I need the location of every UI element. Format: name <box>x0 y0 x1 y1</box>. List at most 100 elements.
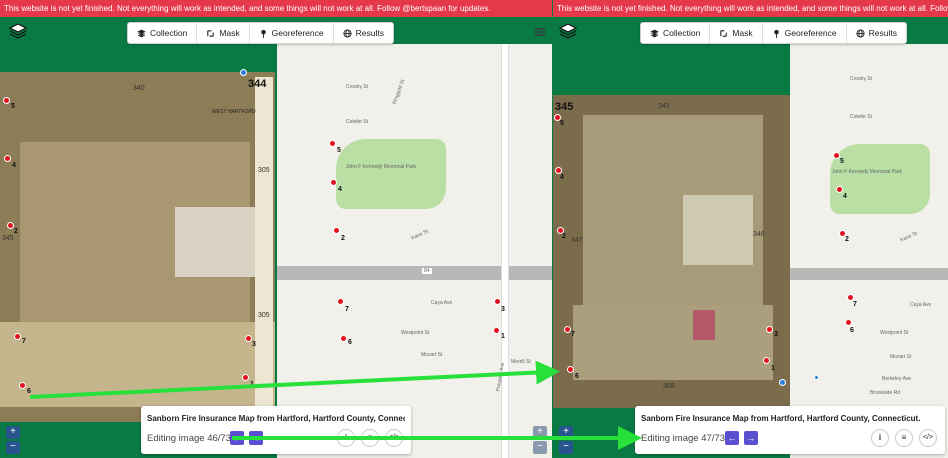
tab-label: Georeference <box>271 28 324 38</box>
control-point[interactable] <box>555 167 562 174</box>
map-control-point[interactable] <box>330 179 337 186</box>
previous-image-button[interactable]: ← <box>725 431 739 445</box>
park-label: John F Kennedy Memorial Park <box>346 164 417 170</box>
location-dot[interactable] <box>240 69 247 76</box>
street-label: Colette St <box>850 114 872 120</box>
map-control-point[interactable] <box>814 375 819 380</box>
app-logo-icon[interactable] <box>8 22 28 42</box>
control-point-label: 7 <box>22 338 26 345</box>
map-zoom-out-button[interactable]: − <box>533 441 547 454</box>
warning-banner: This website is not yet finished. Not ev… <box>0 0 552 17</box>
tab-label: Mask <box>732 28 753 38</box>
map-control-point[interactable] <box>340 335 347 342</box>
control-point[interactable] <box>19 382 26 389</box>
street-label: Berkeley Ave <box>882 376 912 382</box>
street-label: Merrill St <box>511 359 531 365</box>
code-button[interactable]: </> <box>385 429 403 447</box>
control-point-label: 2 <box>14 228 18 235</box>
historic-map-sheet[interactable]: 344 340 WEST HARTFORD 305 305 345 <box>0 72 276 422</box>
info-button[interactable]: i <box>871 429 889 447</box>
tab-collection[interactable]: Collection <box>641 23 711 43</box>
map-control-point[interactable] <box>845 319 852 326</box>
zoom-in-button[interactable]: + <box>6 426 20 439</box>
hamburger-menu-icon[interactable] <box>534 26 546 38</box>
map-control-point[interactable] <box>494 298 501 305</box>
next-image-button[interactable]: → <box>744 431 758 445</box>
park-area <box>336 139 446 209</box>
map-control-point[interactable] <box>329 140 336 147</box>
street-label: Brookside Rd <box>870 390 901 396</box>
tab-georeference[interactable]: Georeference <box>763 23 847 43</box>
list-button[interactable]: ≡ <box>361 429 379 447</box>
pin-icon <box>773 29 779 38</box>
tab-label: Results <box>868 28 897 38</box>
editing-status: Editing image 46/73 <box>147 433 231 444</box>
tab-results[interactable]: Results <box>847 23 906 43</box>
map-control-point-label: 5 <box>337 147 341 154</box>
modern-map[interactable]: John F Kennedy Memorial Park Crosby St C… <box>790 44 948 458</box>
control-point-label: 5 <box>11 103 15 110</box>
control-point-label: 1 <box>771 365 775 372</box>
tab-mask[interactable]: Mask <box>197 23 250 43</box>
highway <box>276 266 552 280</box>
control-point[interactable] <box>245 335 252 342</box>
map-control-point[interactable] <box>847 294 854 301</box>
sheet-title: WEST HARTFORD <box>212 109 256 115</box>
sheet-number: 305 <box>258 312 270 319</box>
image-title: Sanborn Fire Insurance Map from Hartford… <box>641 414 921 423</box>
tab-label: Collection <box>663 28 701 38</box>
street-label: Caya Ave <box>431 300 453 306</box>
sheet-number: 368 <box>663 383 675 390</box>
control-point[interactable] <box>763 357 770 364</box>
list-button[interactable]: ≡ <box>895 429 913 447</box>
control-point[interactable] <box>564 326 571 333</box>
next-image-button[interactable]: → <box>249 431 263 445</box>
street-label: Ringgold St <box>391 78 407 106</box>
zoom-out-button[interactable]: − <box>6 441 20 454</box>
previous-image-button[interactable]: ← <box>230 431 244 445</box>
control-point[interactable] <box>4 155 11 162</box>
mask-icon <box>207 29 215 37</box>
map-control-point[interactable] <box>836 186 843 193</box>
map-control-point[interactable] <box>333 227 340 234</box>
map-control-point-label: 6 <box>850 327 854 334</box>
app-logo-icon[interactable] <box>558 22 578 42</box>
sheet-number: 346 <box>753 231 765 238</box>
control-point[interactable] <box>14 333 21 340</box>
modern-map[interactable]: John F Kennedy Memorial Park 84 Crosby S… <box>276 44 552 458</box>
control-point[interactable] <box>7 222 14 229</box>
code-button[interactable]: </> <box>919 429 937 447</box>
control-point-label: 1 <box>250 381 254 388</box>
tab-bar: Collection Mask Georeference Results <box>640 22 907 44</box>
info-button[interactable]: i <box>337 429 355 447</box>
control-point[interactable] <box>766 326 773 333</box>
tab-georeference[interactable]: Georeference <box>250 23 334 43</box>
right-pane: 345 343 346 347 368 John F Kennedy Memor… <box>553 17 948 458</box>
warning-banner-right: This website is not yet finished. Not ev… <box>553 0 948 17</box>
zoom-in-button[interactable]: + <box>559 426 573 439</box>
map-control-point[interactable] <box>493 327 500 334</box>
street-label: Westpoint St <box>401 330 430 336</box>
sheet-number: 345 <box>2 235 14 242</box>
zoom-out-button[interactable]: − <box>559 441 573 454</box>
tab-results[interactable]: Results <box>334 23 393 43</box>
image-title: Sanborn Fire Insurance Map from Hartford… <box>147 414 405 423</box>
map-zoom-in-button[interactable]: + <box>533 426 547 439</box>
pane-divider[interactable] <box>275 17 277 458</box>
tab-collection[interactable]: Collection <box>128 23 198 43</box>
control-point[interactable] <box>242 374 249 381</box>
map-control-point-label: 5 <box>840 158 844 165</box>
control-point[interactable] <box>3 97 10 104</box>
map-control-point[interactable] <box>833 152 840 159</box>
street-label: Caya Ave <box>910 302 932 308</box>
image-info-card: Sanborn Fire Insurance Map from Hartford… <box>141 406 411 454</box>
control-point[interactable] <box>567 366 574 373</box>
street-label: Mozart St <box>890 354 912 360</box>
location-dot[interactable] <box>779 379 786 386</box>
control-point-label: 4 <box>560 174 564 181</box>
sheet-number: 343 <box>658 103 670 110</box>
tab-mask[interactable]: Mask <box>710 23 763 43</box>
map-control-point[interactable] <box>337 298 344 305</box>
tab-bar: Collection Mask Georeference Results <box>127 22 394 44</box>
historic-map-sheet[interactable]: 345 343 346 347 368 <box>553 95 790 408</box>
